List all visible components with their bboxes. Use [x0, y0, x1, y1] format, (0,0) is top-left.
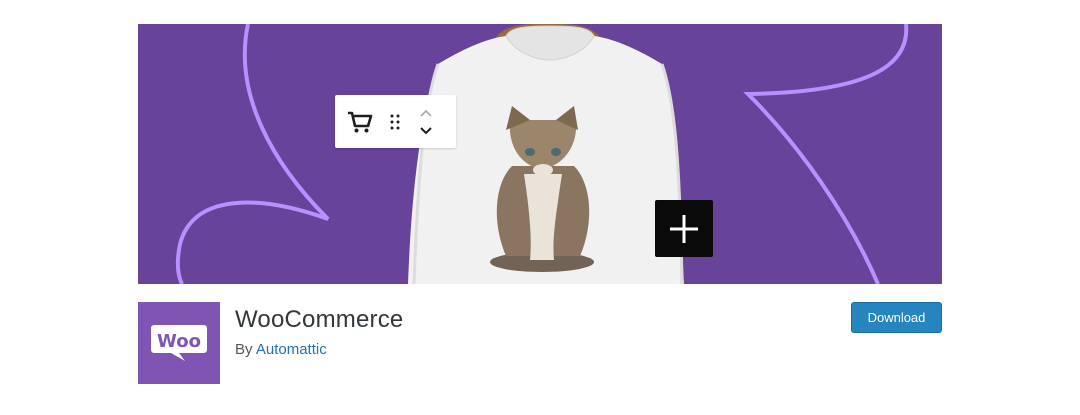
plugin-title: WooCommerce: [235, 306, 404, 333]
plugin-banner: [138, 24, 942, 284]
plugin-logo: Woo: [138, 302, 220, 384]
drag-handle-icon[interactable]: [385, 95, 405, 148]
chevron-up-icon[interactable]: [419, 106, 433, 122]
chevron-down-icon[interactable]: [419, 122, 433, 138]
download-button[interactable]: Download: [851, 302, 942, 333]
author-link[interactable]: Automattic: [256, 341, 327, 358]
plugin-author-line: By Automattic: [235, 341, 327, 358]
add-block-button[interactable]: [655, 200, 713, 257]
cart-icon[interactable]: [335, 95, 385, 148]
logo-text: Woo: [157, 331, 201, 352]
by-label: By: [235, 341, 253, 358]
sweater-image: [408, 24, 684, 284]
move-buttons: [405, 95, 447, 148]
plus-icon: [670, 214, 698, 243]
block-toolbar: [335, 95, 456, 148]
